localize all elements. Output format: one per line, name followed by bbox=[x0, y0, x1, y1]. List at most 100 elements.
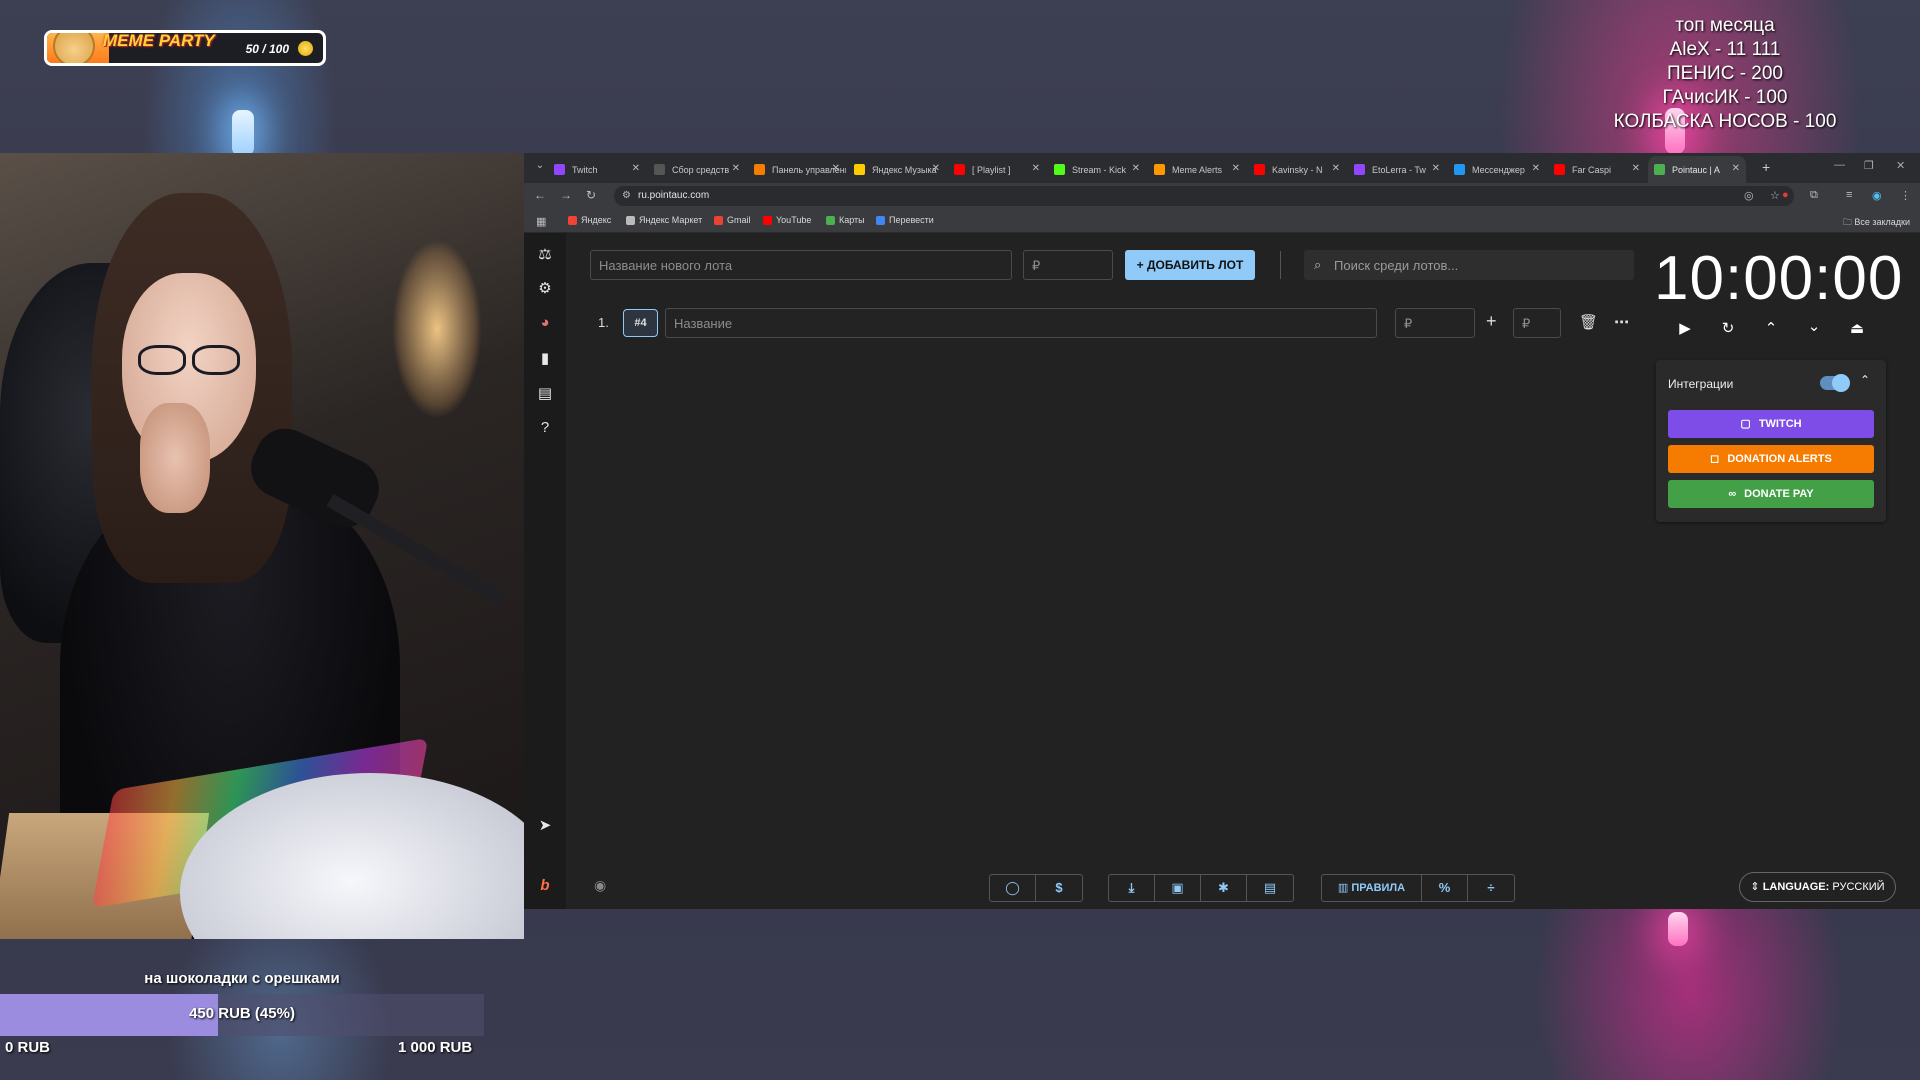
tab-close-icon[interactable]: ✕ bbox=[1032, 163, 1040, 174]
auction-gavel-icon[interactable]: ⚖ bbox=[535, 245, 555, 265]
meme-party-title: MEME PARTY bbox=[103, 31, 215, 50]
address-bar[interactable]: ⚙ ru.pointauc.com ◎ ☆ bbox=[614, 186, 1794, 206]
browser-tab[interactable]: Яндекс Музыка ✕ bbox=[848, 156, 946, 183]
browser-tab[interactable]: Сбор средств ✕ bbox=[648, 156, 746, 183]
tab-close-icon[interactable]: ✕ bbox=[1532, 163, 1540, 174]
browser-tab[interactable]: Twitch ✕ bbox=[548, 156, 646, 183]
tab-close-icon[interactable]: ✕ bbox=[1232, 163, 1240, 174]
save-icon[interactable]: ▣ bbox=[1155, 875, 1201, 901]
bookmark-item[interactable]: Перевести bbox=[876, 215, 934, 225]
bookmark-item[interactable]: Карты bbox=[826, 215, 865, 225]
history-clipboard-icon[interactable]: ▤ bbox=[535, 384, 555, 404]
bookmark-star-icon[interactable]: ☆ bbox=[1770, 189, 1780, 202]
lot-add-amount-input[interactable] bbox=[1513, 308, 1561, 338]
eye-off-icon[interactable]: ◎ bbox=[1744, 189, 1754, 202]
wheel-icon[interactable]: ◕ bbox=[535, 314, 555, 334]
back-icon[interactable]: ← bbox=[534, 188, 546, 202]
browser-tab[interactable]: Meme Alerts ✕ bbox=[1148, 156, 1246, 183]
tab-close-icon[interactable]: ✕ bbox=[932, 163, 940, 174]
eye-icon[interactable]: ◉ bbox=[594, 877, 606, 894]
boosty-icon[interactable]: b bbox=[535, 877, 555, 897]
lot-search-input[interactable] bbox=[1334, 250, 1624, 280]
browser-tab[interactable]: Far Caspi ✕ bbox=[1548, 156, 1646, 183]
profile-avatar-icon[interactable]: ◉ bbox=[1872, 189, 1882, 202]
tab-close-icon[interactable]: ✕ bbox=[1432, 163, 1440, 174]
chevron-up-icon[interactable]: ⌃ bbox=[1860, 373, 1870, 387]
bookmark-item[interactable]: Яндекс Маркет bbox=[626, 215, 702, 225]
play-icon[interactable]: ▶ bbox=[1674, 319, 1696, 341]
rules-icon: ▥ bbox=[1337, 882, 1352, 894]
apps-grid-icon[interactable]: ▦ bbox=[536, 215, 546, 228]
donation-alerts-button[interactable]: ◻ DONATION ALERTS bbox=[1668, 445, 1874, 473]
extensions-icon[interactable]: ⧉ bbox=[1810, 189, 1818, 202]
new-tab-icon[interactable]: + bbox=[1762, 159, 1770, 175]
rules-button[interactable]: ▥ ПРАВИЛА bbox=[1322, 875, 1422, 901]
restore-icon[interactable]: ❐ bbox=[1864, 159, 1874, 172]
language-selector[interactable]: ⇕ LANGUAGE: РУССКИЙ bbox=[1739, 872, 1896, 902]
reload-icon[interactable]: ↻ bbox=[586, 188, 596, 202]
donate-dollar-icon[interactable]: $ bbox=[1036, 875, 1082, 901]
all-bookmarks-link[interactable]: 🗀 Все закладки bbox=[1843, 215, 1910, 231]
language-label: LANGUAGE: bbox=[1762, 881, 1830, 893]
help-icon[interactable]: ? bbox=[535, 419, 555, 439]
new-lot-name-input[interactable] bbox=[590, 250, 1012, 280]
timer-max-icon[interactable]: ⏏ bbox=[1846, 319, 1868, 341]
divide-icon[interactable]: ÷ bbox=[1468, 875, 1514, 901]
tab-close-icon[interactable]: ✕ bbox=[832, 163, 840, 174]
download-icon[interactable]: ⤓ bbox=[1109, 875, 1155, 901]
tab-favicon-icon bbox=[1654, 164, 1665, 175]
reset-timer-icon[interactable]: ↻ bbox=[1717, 319, 1739, 341]
delete-trash-icon[interactable]: 🗑 bbox=[1579, 313, 1598, 331]
browser-menu-icon[interactable]: ⋮ bbox=[1900, 189, 1911, 202]
statistics-icon[interactable]: ▮ bbox=[535, 349, 555, 369]
all-bookmarks-label: Все закладки bbox=[1854, 217, 1910, 227]
folder-icon: 🗀 bbox=[1842, 217, 1855, 227]
tab-close-icon[interactable]: ✕ bbox=[732, 163, 740, 174]
bookmark-item[interactable]: YouTube bbox=[763, 215, 811, 225]
timer-decrease-icon[interactable]: ⌄ bbox=[1803, 317, 1825, 339]
language-value: РУССКИЙ bbox=[1832, 881, 1885, 893]
donate-pay-button[interactable]: ∞ DONATE PAY bbox=[1668, 480, 1874, 508]
forward-icon[interactable]: → bbox=[560, 188, 572, 202]
settings-gear-icon[interactable]: ⚙ bbox=[535, 279, 555, 299]
browser-tab[interactable]: Stream - Kick ✕ bbox=[1048, 156, 1146, 183]
github-icon[interactable]: ◯ bbox=[990, 875, 1036, 901]
tab-close-icon[interactable]: ✕ bbox=[1132, 163, 1140, 174]
browser-tab[interactable]: Kavinsky - N ✕ bbox=[1248, 156, 1346, 183]
browser-tab[interactable]: Мессенджер ✕ bbox=[1448, 156, 1546, 183]
timer-increase-icon[interactable]: ⌃ bbox=[1760, 319, 1782, 341]
percent-icon[interactable]: % bbox=[1422, 875, 1468, 901]
donation-alerts-icon: ◻ bbox=[1710, 453, 1720, 465]
address-bar-url: ru.pointauc.com bbox=[638, 190, 710, 201]
site-settings-icon[interactable]: ⚙ bbox=[622, 190, 631, 201]
bookmark-item[interactable]: Яндекс bbox=[568, 215, 611, 225]
extension-record-icon[interactable]: ● bbox=[1782, 189, 1789, 201]
tab-search-icon[interactable]: ⌄ bbox=[532, 160, 548, 176]
tab-close-icon[interactable]: ✕ bbox=[1732, 163, 1740, 174]
media-control-icon[interactable]: ≡ bbox=[1846, 189, 1852, 201]
plus-icon[interactable]: + bbox=[1486, 311, 1497, 332]
new-lot-amount-input[interactable] bbox=[1023, 250, 1113, 280]
browser-tab[interactable]: EtoLerra - Tw ✕ bbox=[1348, 156, 1446, 183]
browser-tab[interactable]: Pointauc | A ✕ bbox=[1648, 156, 1746, 183]
close-window-icon[interactable]: ✕ bbox=[1896, 159, 1905, 172]
lot-name-input[interactable] bbox=[665, 308, 1377, 338]
minimize-icon[interactable]: — bbox=[1834, 159, 1845, 171]
tab-close-icon[interactable]: ✕ bbox=[1332, 163, 1340, 174]
lot-amount-input[interactable] bbox=[1395, 308, 1475, 338]
add-lot-button[interactable]: + ДОБАВИТЬ ЛОТ bbox=[1125, 250, 1255, 280]
lot-search-field[interactable]: ⌕ bbox=[1304, 250, 1634, 280]
more-options-icon[interactable]: ⋯ bbox=[1614, 313, 1629, 331]
bookmark-item[interactable]: Gmail bbox=[714, 215, 751, 225]
lot-id-badge[interactable]: #4 bbox=[623, 309, 658, 337]
clear-lots-icon[interactable]: ▤ bbox=[1247, 875, 1293, 901]
bookmark-favicon-icon bbox=[876, 216, 885, 225]
browser-tab[interactable]: [ Playlist ] ✕ bbox=[948, 156, 1046, 183]
telegram-icon[interactable]: ➤ bbox=[535, 816, 555, 836]
integrations-toggle[interactable] bbox=[1820, 374, 1850, 392]
twitch-integration-button[interactable]: ▢ TWITCH bbox=[1668, 410, 1874, 438]
tab-close-icon[interactable]: ✕ bbox=[632, 163, 640, 174]
browser-tab[interactable]: Панель управления✕ bbox=[748, 156, 846, 183]
tab-close-icon[interactable]: ✕ bbox=[1632, 163, 1640, 174]
bug-report-icon[interactable]: ✱ bbox=[1201, 875, 1247, 901]
